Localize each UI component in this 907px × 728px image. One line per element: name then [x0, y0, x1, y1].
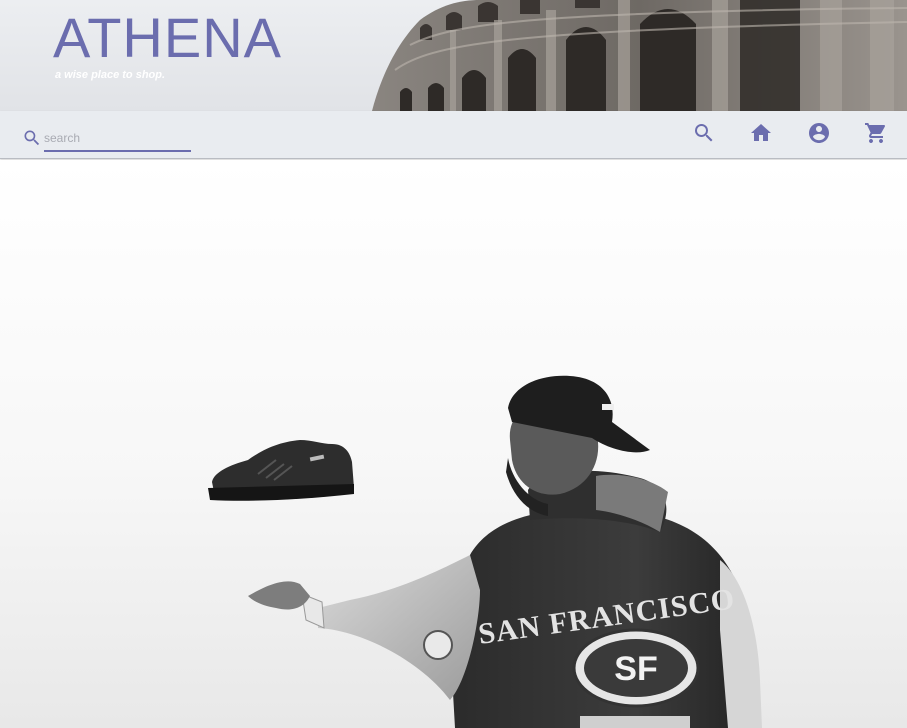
header-banner: ATHENA a wise place to shop.: [0, 0, 907, 111]
hero-image: SAN FRANCISCO SF: [0, 160, 907, 728]
search-box: [20, 123, 192, 153]
search-field-icon: [22, 128, 42, 148]
sf-logo-text: SF: [614, 650, 657, 688]
home-icon[interactable]: [749, 121, 773, 145]
account-icon[interactable]: [807, 121, 831, 145]
brand-tagline: a wise place to shop.: [55, 69, 166, 81]
toolbar: [0, 111, 907, 159]
hero-banner: SAN FRANCISCO SF: [0, 160, 907, 728]
search-icon[interactable]: [692, 121, 716, 145]
brand-logo[interactable]: ATHENA: [53, 10, 282, 66]
cart-icon[interactable]: [864, 121, 888, 145]
search-input[interactable]: [44, 125, 191, 152]
